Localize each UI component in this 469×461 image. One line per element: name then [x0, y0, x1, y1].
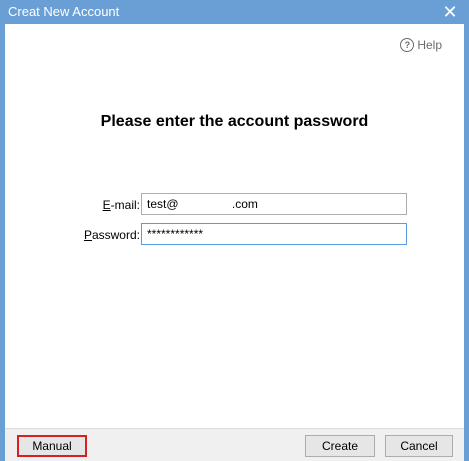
email-field[interactable]	[141, 193, 407, 215]
create-account-dialog: Creat New Account ✕ ? Help Please enter …	[0, 0, 469, 461]
email-label-rest: -mail:	[110, 198, 140, 212]
password-field[interactable]	[141, 223, 407, 245]
close-icon[interactable]: ✕	[439, 1, 461, 23]
password-label-rest: assword:	[91, 228, 140, 242]
window-title: Creat New Account	[8, 4, 120, 19]
email-row: E-mail:	[5, 193, 464, 217]
page-title: Please enter the account password	[100, 113, 369, 130]
password-label-accel: P	[83, 228, 92, 242]
title-bar[interactable]: Creat New Account ✕	[0, 0, 469, 24]
email-label: E-mail:	[103, 198, 140, 212]
manual-button[interactable]: Manual	[17, 435, 87, 457]
password-label: Password:	[84, 228, 140, 242]
cancel-button[interactable]: Cancel	[385, 435, 453, 457]
create-button[interactable]: Create	[305, 435, 375, 457]
email-label-accel: E	[102, 198, 111, 212]
button-bar: Manual Create Cancel	[5, 428, 464, 461]
password-row: Password:	[5, 223, 464, 247]
help-link[interactable]: ? Help	[400, 38, 442, 52]
help-label: Help	[417, 38, 442, 52]
dialog-body: ? Help Please enter the account password…	[5, 24, 464, 428]
question-circle-icon: ?	[400, 38, 415, 52]
